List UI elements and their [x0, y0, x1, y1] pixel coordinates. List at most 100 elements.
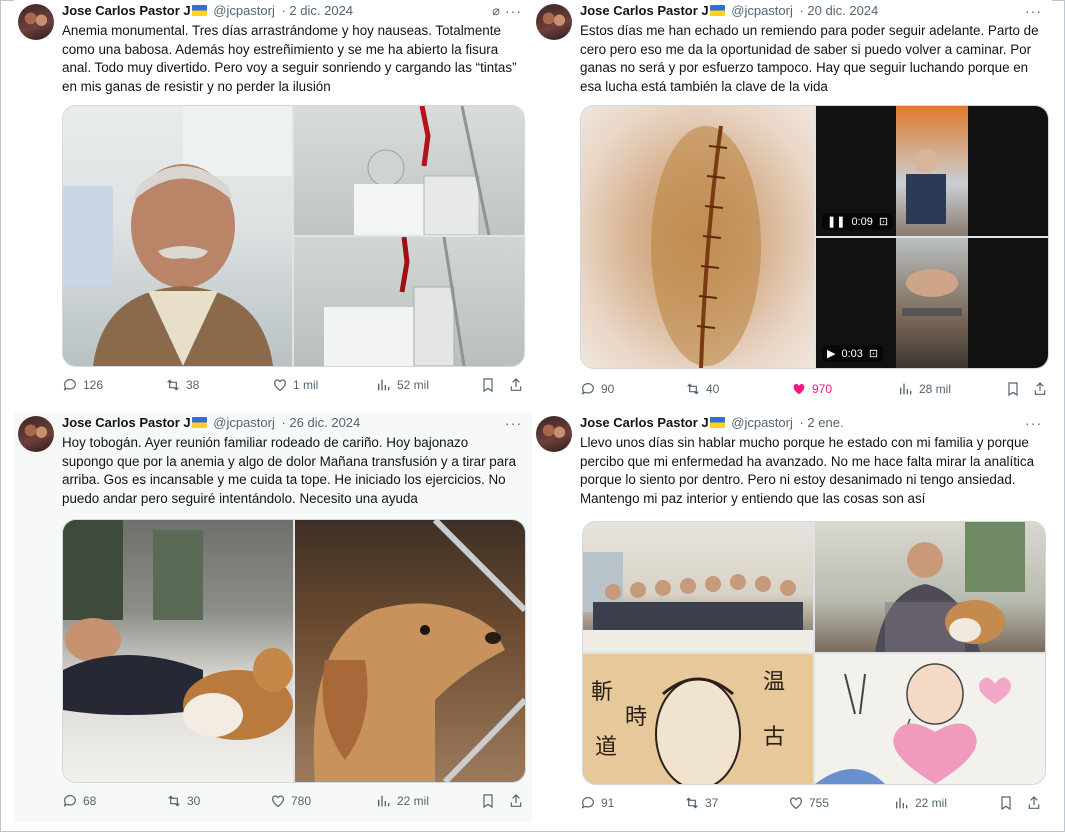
author-handle[interactable]: @jcpastorj — [731, 3, 793, 18]
more-icon[interactable]: ··· — [1025, 415, 1042, 431]
like-button[interactable]: 1 mil — [272, 377, 318, 393]
reply-count: 126 — [83, 378, 104, 392]
tweet-media[interactable] — [62, 519, 526, 783]
reply-count: 91 — [601, 796, 615, 810]
pause-icon[interactable]: ❚❚ — [827, 215, 845, 228]
views-button[interactable]: 28 mil — [898, 381, 951, 397]
like-icon — [274, 379, 286, 392]
tweet-1[interactable]: Jose Carlos Pastor J @jcpastorj · 2 dic.… — [14, 0, 532, 408]
tweet-date[interactable]: · 2 dic. 2024 — [281, 3, 353, 18]
tweet-actions: 90 40 970 28 mil — [580, 381, 1046, 399]
like-icon — [272, 795, 284, 808]
author-name[interactable]: Jose Carlos Pastor J — [62, 3, 191, 18]
avatar[interactable] — [536, 416, 572, 452]
photo-iv-drip-top[interactable] — [294, 106, 524, 235]
video-1-controls[interactable]: ❚❚ 0:09 ⊡ — [822, 213, 894, 230]
reply-button[interactable]: 90 — [580, 381, 614, 397]
tweet-media[interactable] — [62, 105, 525, 367]
video-2-time: 0:03 — [841, 347, 863, 360]
svg-text:道: 道 — [595, 735, 617, 760]
share-button[interactable] — [1032, 381, 1048, 397]
tweet-date[interactable]: · 20 dic. 2024 — [799, 3, 878, 18]
tweet-3[interactable]: Jose Carlos Pastor J @jcpastorj · 26 dic… — [14, 412, 532, 822]
views-icon — [900, 383, 912, 395]
reply-button[interactable]: 91 — [580, 795, 614, 811]
tweet-date[interactable]: · 26 dic. 2024 — [281, 415, 360, 430]
tweet-date[interactable]: · 2 ene. — [799, 415, 843, 430]
author-name[interactable]: Jose Carlos Pastor J — [62, 415, 191, 430]
share-button[interactable] — [508, 793, 524, 809]
repost-icon — [168, 795, 180, 807]
author-handle[interactable]: @jcpastorj — [731, 415, 793, 430]
like-button[interactable]: 755 — [788, 795, 829, 811]
share-icon — [1028, 796, 1040, 809]
photo-bed-with-dog[interactable] — [63, 520, 293, 782]
svg-text:斬: 斬 — [591, 680, 613, 705]
flag-icon — [191, 5, 207, 16]
like-count: 780 — [291, 794, 312, 808]
bookmark-button[interactable] — [998, 795, 1014, 811]
like-count: 1 mil — [293, 378, 319, 392]
play-icon[interactable]: ▶ — [827, 347, 835, 360]
video-2[interactable]: ▶ 0:03 ⊡ — [816, 238, 1048, 368]
tweet-media[interactable]: ❚❚ 0:09 ⊡ ▶ 0:03 ⊡ — [580, 105, 1049, 369]
repost-count: 30 — [187, 794, 201, 808]
more-icon[interactable]: ··· — [505, 3, 522, 19]
repost-button[interactable]: 30 — [166, 793, 200, 809]
photo-calligraphy-drawing[interactable]: 斬道時 温古 — [583, 654, 813, 784]
more-icon[interactable]: ··· — [505, 415, 522, 431]
repost-count: 37 — [705, 796, 719, 810]
tweet-actions: 91 37 755 22 mil — [580, 795, 1042, 813]
author-name[interactable]: Jose Carlos Pastor J — [580, 415, 709, 430]
like-button[interactable]: 970 — [791, 381, 832, 397]
repost-count: 40 — [706, 382, 720, 396]
tweet-2[interactable]: Jose Carlos Pastor J @jcpastorj · 20 dic… — [532, 0, 1052, 408]
views-count: 52 mil — [397, 378, 430, 392]
reply-button[interactable]: 126 — [62, 377, 103, 393]
repost-button[interactable]: 40 — [685, 381, 719, 397]
tweet-4[interactable]: Jose Carlos Pastor J @jcpastorj · 2 ene.… — [532, 412, 1052, 822]
tweet-header: Jose Carlos Pastor J @jcpastorj · 20 dic… — [580, 3, 1044, 23]
views-count: 22 mil — [397, 794, 430, 808]
reply-icon — [581, 797, 594, 809]
views-button[interactable]: 52 mil — [376, 377, 429, 393]
author-handle[interactable]: @jcpastorj — [213, 3, 275, 18]
views-button[interactable]: 22 mil — [894, 795, 947, 811]
photo-iv-drip-bottom[interactable] — [294, 237, 524, 366]
repost-button[interactable]: 38 — [165, 377, 199, 393]
like-icon — [790, 797, 802, 810]
video-2-controls[interactable]: ▶ 0:03 ⊡ — [822, 345, 884, 362]
photo-selfie[interactable] — [63, 106, 292, 366]
tweet-actions: 68 30 780 22 mil — [62, 793, 522, 811]
photo-heart-drawing[interactable] — [815, 654, 1045, 784]
grok-icon[interactable]: ⌀ — [492, 3, 500, 19]
reply-button[interactable]: 68 — [62, 793, 96, 809]
views-icon — [378, 795, 390, 807]
author-handle[interactable]: @jcpastorj — [213, 415, 275, 430]
photo-surgical-wound[interactable] — [581, 106, 814, 368]
avatar[interactable] — [536, 4, 572, 40]
photo-family-group[interactable] — [583, 522, 813, 652]
bookmark-button[interactable] — [480, 377, 496, 393]
tweet-header: Jose Carlos Pastor J @jcpastorj · 2 dic.… — [62, 3, 524, 23]
captions-icon[interactable]: ⊡ — [879, 215, 888, 228]
bookmark-button[interactable] — [1005, 381, 1021, 397]
share-button[interactable] — [1026, 795, 1042, 811]
photo-dog-closeup[interactable] — [295, 520, 525, 782]
views-button[interactable]: 22 mil — [376, 793, 429, 809]
repost-button[interactable]: 37 — [684, 795, 718, 811]
like-button[interactable]: 780 — [270, 793, 311, 809]
like-icon — [793, 383, 805, 395]
more-icon[interactable]: ··· — [1025, 3, 1042, 19]
captions-icon[interactable]: ⊡ — [869, 347, 878, 360]
bookmark-button[interactable] — [480, 793, 496, 809]
share-button[interactable] — [508, 377, 524, 393]
tweet-media[interactable]: 斬道時 温古 — [582, 521, 1046, 785]
photo-man-with-dog[interactable] — [815, 522, 1045, 652]
flag-icon — [709, 417, 725, 428]
avatar[interactable] — [18, 4, 54, 40]
avatar[interactable] — [18, 416, 54, 452]
video-1[interactable]: ❚❚ 0:09 ⊡ — [816, 106, 1048, 236]
author-name[interactable]: Jose Carlos Pastor J — [580, 3, 709, 18]
views-count: 22 mil — [915, 796, 948, 810]
